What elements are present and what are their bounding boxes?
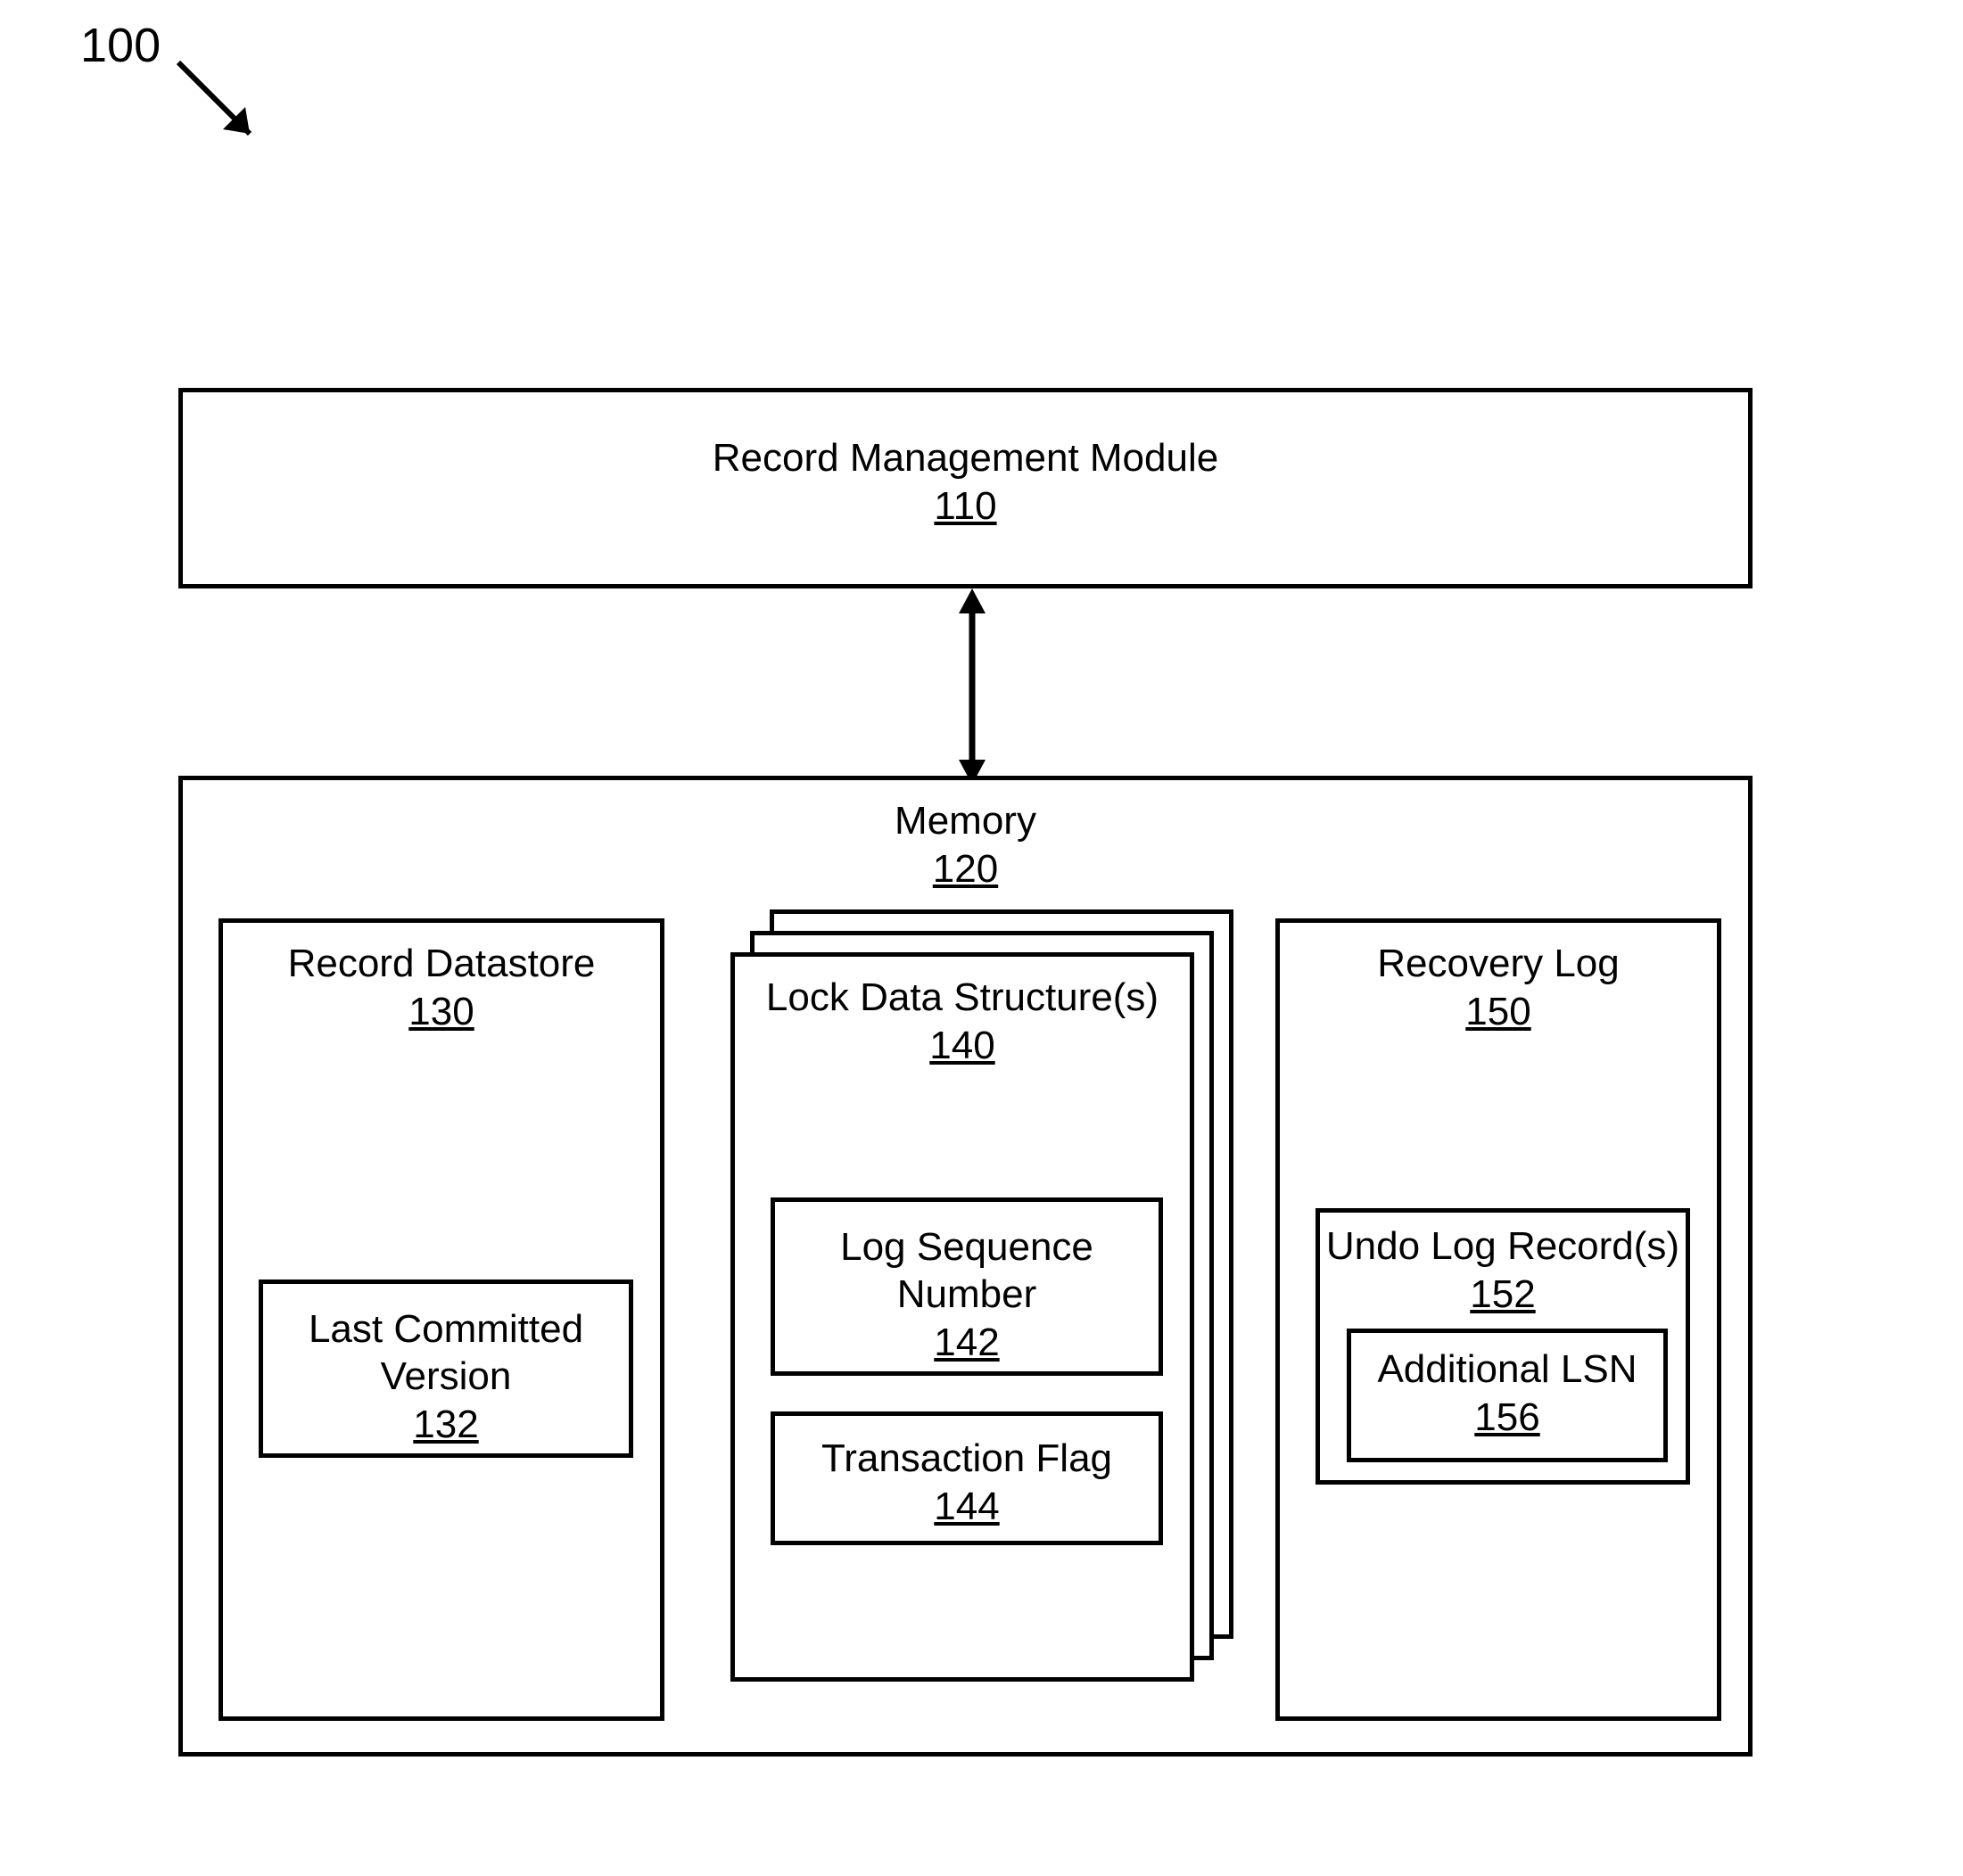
record-datastore-box: Record Datastore 130 Last Committed Vers… (219, 918, 664, 1721)
figure-reference-arrow (169, 53, 294, 169)
figure-reference-number: 100 (80, 18, 161, 73)
undo-log-records-box: Undo Log Record(s) 152 Additional LSN 15… (1316, 1208, 1690, 1485)
record-datastore-ref: 130 (223, 990, 660, 1034)
lock-data-structure-box: Lock Data Structure(s) 140 Log Sequence … (730, 952, 1194, 1682)
record-datastore-title: Record Datastore (223, 941, 660, 988)
recovery-log-box: Recovery Log 150 Undo Log Record(s) 152 … (1275, 918, 1721, 1721)
memory-ref: 120 (183, 847, 1748, 892)
bidirectional-connector-arrow (954, 588, 990, 785)
record-management-module-title: Record Management Module (183, 435, 1748, 482)
log-sequence-number-ref: 142 (775, 1321, 1159, 1365)
transaction-flag-title: Transaction Flag (775, 1436, 1159, 1483)
lock-data-structure-ref: 140 (735, 1024, 1190, 1068)
last-committed-version-ref: 132 (263, 1403, 629, 1447)
record-management-module-box: Record Management Module 110 (178, 388, 1753, 588)
undo-log-records-ref: 152 (1320, 1272, 1686, 1317)
memory-title: Memory (183, 798, 1748, 845)
undo-log-records-title: Undo Log Record(s) (1320, 1223, 1686, 1271)
memory-box: Memory 120 Record Datastore 130 Last Com… (178, 776, 1753, 1757)
last-committed-version-box: Last Committed Version 132 (259, 1279, 633, 1458)
additional-lsn-title: Additional LSN (1351, 1346, 1663, 1394)
log-sequence-number-title: Log Sequence Number (775, 1224, 1159, 1319)
transaction-flag-ref: 144 (775, 1485, 1159, 1529)
last-committed-version-title: Last Committed Version (263, 1306, 629, 1401)
record-management-module-ref: 110 (183, 484, 1748, 529)
recovery-log-title: Recovery Log (1280, 941, 1717, 988)
additional-lsn-box: Additional LSN 156 (1347, 1329, 1668, 1462)
log-sequence-number-box: Log Sequence Number 142 (771, 1197, 1163, 1376)
additional-lsn-ref: 156 (1351, 1395, 1663, 1440)
recovery-log-ref: 150 (1280, 990, 1717, 1034)
lock-data-structure-title: Lock Data Structure(s) (735, 975, 1190, 1022)
transaction-flag-box: Transaction Flag 144 (771, 1411, 1163, 1545)
